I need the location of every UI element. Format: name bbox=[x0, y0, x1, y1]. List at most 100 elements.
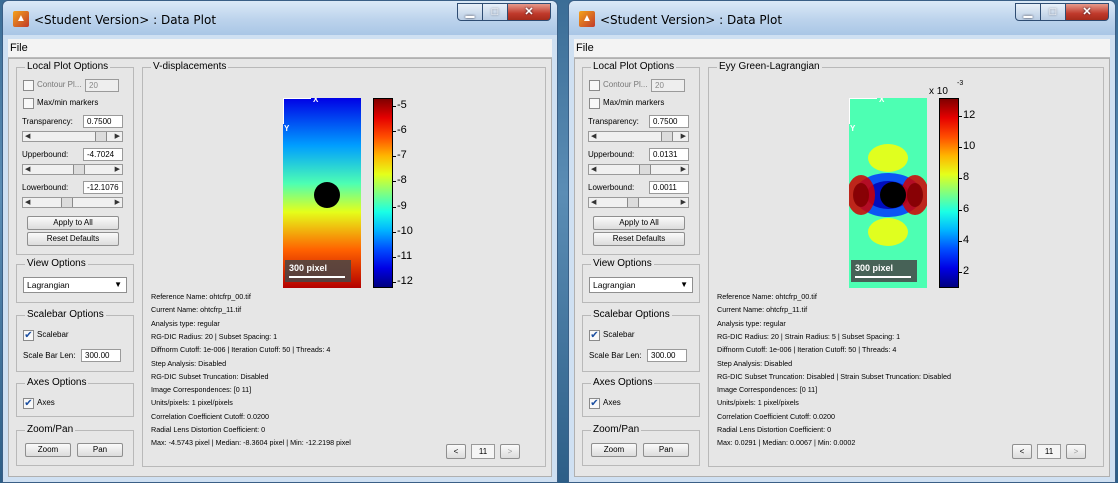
scalebar-checkbox[interactable]: ✔ bbox=[589, 330, 600, 341]
view-mode-select[interactable]: Lagrangian ▼ bbox=[23, 277, 127, 293]
slider-right-arrow-icon[interactable]: ▶ bbox=[681, 132, 686, 141]
next-frame-button[interactable]: > bbox=[1066, 444, 1086, 459]
axes-checkbox[interactable]: ✔ bbox=[23, 398, 34, 409]
dropdown-arrow-icon[interactable]: ▼ bbox=[114, 278, 122, 292]
scalebar-len-label: Scale Bar Len: bbox=[23, 351, 76, 360]
colorbar-tick-label: -10 bbox=[397, 224, 413, 237]
apply-to-all-button[interactable]: Apply to All bbox=[593, 216, 685, 230]
slider-thumb[interactable] bbox=[95, 132, 107, 141]
menu-file[interactable]: File bbox=[10, 42, 28, 54]
reset-defaults-button[interactable]: Reset Defaults bbox=[593, 232, 685, 246]
info-line: Current Name: ohtcfrp_11.tif bbox=[151, 305, 242, 315]
scalebar-box: 300 pixel bbox=[851, 260, 917, 282]
frame-number-field[interactable]: 11 bbox=[1037, 444, 1061, 459]
prev-frame-button[interactable]: < bbox=[446, 444, 466, 459]
upperbound-slider[interactable]: ◀ ▶ bbox=[588, 164, 689, 175]
maximize-button[interactable]: □ bbox=[1040, 3, 1066, 21]
title-bar[interactable]: ▲ <Student Version> : Data Plot ▁ □ ✕ bbox=[569, 1, 1115, 35]
transparency-field[interactable]: 0.7500 bbox=[83, 115, 123, 128]
info-line: RG-DIC Subset Truncation: Disabled bbox=[151, 371, 269, 381]
slider-left-arrow-icon[interactable]: ◀ bbox=[591, 198, 596, 207]
colorbar-tick-label: -8 bbox=[397, 174, 407, 187]
slider-left-arrow-icon[interactable]: ◀ bbox=[25, 132, 30, 141]
x-axis-label: X bbox=[313, 98, 319, 104]
slider-right-arrow-icon[interactable]: ▶ bbox=[681, 165, 686, 174]
scalebar-checkbox[interactable]: ✔ bbox=[23, 330, 34, 341]
scalebar-box: 300 pixel bbox=[285, 260, 351, 282]
plot-panel: V-displacements X Y 300 pixel -5 -6 -7 -8 -9… bbox=[142, 61, 546, 467]
axes-options-group: Axes Options ✔ Axes bbox=[582, 377, 700, 417]
title-bar[interactable]: ▲ <Student Version> : Data Plot ▁ □ ✕ bbox=[3, 1, 557, 35]
next-frame-button[interactable]: > bbox=[500, 444, 520, 459]
slider-right-arrow-icon[interactable]: ▶ bbox=[681, 198, 686, 207]
slider-left-arrow-icon[interactable]: ◀ bbox=[591, 165, 596, 174]
colorbar-tick-label: 4 bbox=[963, 233, 970, 246]
slider-thumb[interactable] bbox=[661, 132, 673, 141]
colorbar-tick-mark bbox=[959, 178, 962, 180]
upperbound-field[interactable]: 0.0131 bbox=[649, 148, 689, 161]
upperbound-field[interactable]: -4.7024 bbox=[83, 148, 123, 161]
slider-right-arrow-icon[interactable]: ▶ bbox=[115, 198, 120, 207]
lowerbound-field[interactable]: 0.0011 bbox=[649, 181, 689, 194]
transparency-slider[interactable]: ◀ ▶ bbox=[588, 131, 689, 142]
contour-count-field[interactable]: 20 bbox=[651, 79, 685, 92]
lowerbound-slider[interactable]: ◀ ▶ bbox=[588, 197, 689, 208]
transparency-slider[interactable]: ◀ ▶ bbox=[22, 131, 123, 142]
colorbar-tick-mark bbox=[393, 106, 396, 107]
pan-button[interactable]: Pan bbox=[77, 443, 123, 457]
minimize-button[interactable]: ▁ bbox=[457, 3, 483, 21]
colorbar-tick-label: -11 bbox=[397, 249, 413, 262]
info-line: Max: 0.0291 | Median: 0.0067 | Min: 0.00… bbox=[717, 438, 856, 448]
scalebar-label: Scalebar bbox=[37, 330, 69, 339]
zoom-button[interactable]: Zoom bbox=[591, 443, 637, 457]
pan-button[interactable]: Pan bbox=[643, 443, 689, 457]
contour-count-field[interactable]: 20 bbox=[85, 79, 119, 92]
apply-to-all-button[interactable]: Apply to All bbox=[27, 216, 119, 230]
info-line: RG-DIC Radius: 20 | Strain Radius: 5 | S… bbox=[717, 331, 901, 341]
lowerbound-field[interactable]: -12.1076 bbox=[83, 181, 123, 194]
view-mode-select[interactable]: Lagrangian ▼ bbox=[589, 277, 693, 293]
view-options-title: View Options bbox=[25, 258, 88, 269]
maxmin-markers-checkbox[interactable] bbox=[23, 98, 34, 109]
specimen-plot-image[interactable]: X Y 300 pixel bbox=[283, 98, 361, 288]
data-plot-window-right: ▲ <Student Version> : Data Plot ▁ □ ✕ Fi… bbox=[568, 0, 1116, 483]
maxmin-markers-checkbox[interactable] bbox=[589, 98, 600, 109]
close-button[interactable]: ✕ bbox=[507, 3, 551, 21]
minimize-button[interactable]: ▁ bbox=[1015, 3, 1041, 21]
close-button[interactable]: ✕ bbox=[1065, 3, 1109, 21]
dropdown-arrow-icon[interactable]: ▼ bbox=[680, 278, 688, 292]
slider-left-arrow-icon[interactable]: ◀ bbox=[591, 132, 596, 141]
slider-left-arrow-icon[interactable]: ◀ bbox=[25, 165, 30, 174]
upperbound-slider[interactable]: ◀ ▶ bbox=[22, 164, 123, 175]
menu-file[interactable]: File bbox=[576, 42, 594, 54]
scalebar-options-title: Scalebar Options bbox=[25, 309, 106, 320]
slider-thumb[interactable] bbox=[73, 165, 85, 174]
lowerbound-slider[interactable]: ◀ ▶ bbox=[22, 197, 123, 208]
client-area: Local Plot Options Contour Pl... 20 Max/… bbox=[574, 58, 1110, 477]
maxmin-markers-label: Max/min markers bbox=[603, 98, 665, 107]
strain-blob bbox=[853, 183, 869, 207]
specimen-plot-image[interactable]: X Y 300 pixel bbox=[849, 98, 927, 288]
menu-bar: File bbox=[574, 39, 1110, 58]
info-line: RG-DIC Radius: 20 | Subset Spacing: 1 bbox=[151, 331, 278, 341]
slider-thumb[interactable] bbox=[639, 165, 651, 174]
matlab-app-icon: ▲ bbox=[13, 11, 29, 27]
contour-checkbox[interactable] bbox=[23, 80, 34, 91]
transparency-field[interactable]: 0.7500 bbox=[649, 115, 689, 128]
scalebar-len-field[interactable]: 300.00 bbox=[647, 349, 687, 362]
colorbar-exponent: -3 bbox=[957, 80, 964, 87]
slider-thumb[interactable] bbox=[627, 198, 639, 207]
contour-checkbox[interactable] bbox=[589, 80, 600, 91]
slider-thumb[interactable] bbox=[61, 198, 73, 207]
slider-right-arrow-icon[interactable]: ▶ bbox=[115, 132, 120, 141]
prev-frame-button[interactable]: < bbox=[1012, 444, 1032, 459]
frame-number-field[interactable]: 11 bbox=[471, 444, 495, 459]
colorbar-tick-label: -9 bbox=[397, 199, 407, 212]
axes-checkbox[interactable]: ✔ bbox=[589, 398, 600, 409]
maximize-button[interactable]: □ bbox=[482, 3, 508, 21]
zoom-button[interactable]: Zoom bbox=[25, 443, 71, 457]
slider-left-arrow-icon[interactable]: ◀ bbox=[25, 198, 30, 207]
slider-right-arrow-icon[interactable]: ▶ bbox=[115, 165, 120, 174]
reset-defaults-button[interactable]: Reset Defaults bbox=[27, 232, 119, 246]
scalebar-len-field[interactable]: 300.00 bbox=[81, 349, 121, 362]
